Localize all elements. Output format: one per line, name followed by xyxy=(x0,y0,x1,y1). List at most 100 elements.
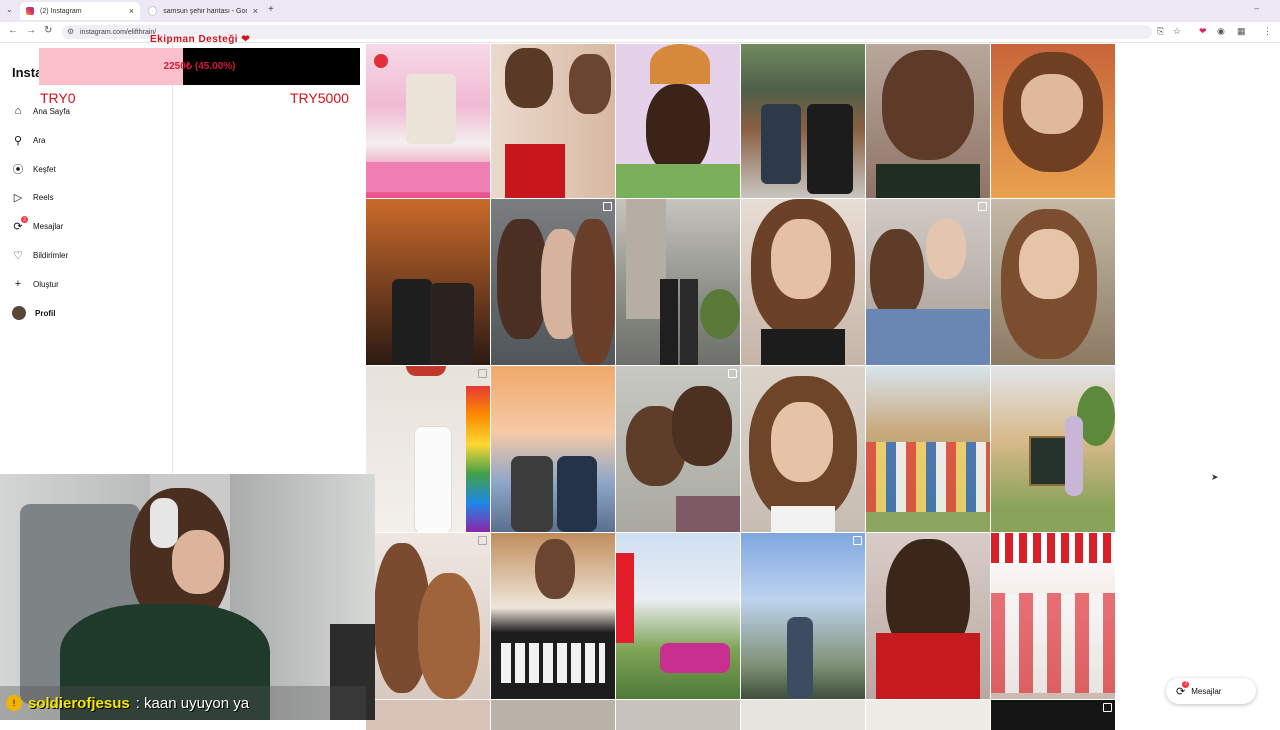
post-thumbnail[interactable] xyxy=(491,44,615,198)
post-thumbnail[interactable] xyxy=(366,44,490,198)
sidebar-item-search[interactable]: ⚲ Ara xyxy=(12,134,46,147)
post-thumbnail[interactable] xyxy=(616,199,740,365)
post-thumbnail[interactable] xyxy=(616,700,740,730)
post-thumbnail[interactable] xyxy=(366,700,490,730)
post-thumbnail[interactable] xyxy=(741,199,865,365)
avatar-icon xyxy=(12,306,26,320)
compass-icon: ⦿ xyxy=(12,164,24,176)
sidebar-item-explore[interactable]: ⦿ Keşfet xyxy=(12,163,56,176)
post-thumbnail[interactable] xyxy=(366,533,490,699)
messenger-icon: ⟳ 2 xyxy=(12,216,28,233)
post-thumbnail[interactable] xyxy=(991,199,1115,365)
bookmark-star-icon[interactable]: ☆ xyxy=(1173,26,1181,37)
search-icon: ⚲ xyxy=(13,134,23,147)
donation-min-label: TRY0 xyxy=(40,90,76,106)
carousel-icon xyxy=(478,369,487,378)
donation-max-label: TRY5000 xyxy=(290,90,349,106)
back-icon[interactable]: ← xyxy=(8,25,18,36)
sidebar-item-label: Profil xyxy=(35,308,56,318)
browser-tab-bar: ⌄ (2) Instagram × samsun şehir haritası … xyxy=(0,0,1280,22)
post-thumbnail[interactable] xyxy=(491,700,615,730)
chat-badge-icon: ! xyxy=(6,695,22,711)
extensions-icon[interactable]: ▦ xyxy=(1237,26,1246,37)
post-thumbnail[interactable] xyxy=(866,199,990,365)
donation-goal-title: Ekipman Desteği ❤ xyxy=(150,34,251,45)
post-thumbnail[interactable] xyxy=(741,366,865,532)
sidebar-item-label: Oluştur xyxy=(33,279,59,289)
post-thumbnail[interactable] xyxy=(616,366,740,532)
sidebar-item-label: Keşfet xyxy=(33,164,56,174)
post-thumbnail[interactable] xyxy=(866,44,990,198)
post-thumbnail[interactable] xyxy=(866,700,990,730)
post-thumbnail[interactable] xyxy=(616,44,740,198)
site-info-icon[interactable]: ⚙ xyxy=(67,27,74,36)
mouse-cursor-icon: ➤ xyxy=(1211,472,1219,482)
carousel-icon xyxy=(728,369,737,378)
tab-google[interactable]: samsun şehir haritası - Googl × xyxy=(142,2,264,20)
sidebar-item-label: Mesajlar xyxy=(33,221,64,231)
post-thumbnail[interactable] xyxy=(991,366,1115,532)
sidebar-item-label: Reels xyxy=(33,192,54,202)
carousel-icon xyxy=(478,536,487,545)
post-thumbnail[interactable] xyxy=(741,44,865,198)
post-thumbnail[interactable] xyxy=(741,700,865,730)
sidebar-item-label: Bildirimler xyxy=(33,250,69,260)
post-thumbnail[interactable] xyxy=(866,366,990,532)
reels-icon: ▷ xyxy=(13,191,23,204)
post-thumbnail[interactable] xyxy=(366,199,490,365)
webcam-overlay xyxy=(0,474,375,720)
notification-badge: 2 xyxy=(1182,680,1190,688)
donation-progress-bar: 2250₺ (45.00%) xyxy=(39,48,360,85)
chat-message-text: : kaan uyuyon ya xyxy=(135,694,250,712)
messenger-icon: ⟳ 2 xyxy=(1176,680,1190,698)
messages-button-label: Mesajlar xyxy=(1191,686,1222,696)
sidebar-item-reels[interactable]: ▷ Reels xyxy=(12,191,54,204)
tab-title: samsun şehir haritası - Googl xyxy=(163,7,247,15)
sidebar-item-messages[interactable]: ⟳ 2 Mesajlar xyxy=(12,216,64,233)
sidebar-item-profile[interactable]: Profil xyxy=(12,306,55,320)
post-thumbnail[interactable] xyxy=(991,44,1115,198)
notification-badge: 2 xyxy=(21,216,28,223)
forward-icon[interactable]: → xyxy=(26,25,36,36)
minimize-window-icon[interactable]: – xyxy=(1254,3,1259,13)
sidebar-item-home[interactable]: ⌂ Ana Sayfa xyxy=(12,105,70,117)
tab-title: (2) Instagram xyxy=(40,7,82,15)
post-thumbnail[interactable] xyxy=(866,533,990,699)
sidebar-item-label: Ara xyxy=(33,135,46,145)
close-tab-icon[interactable]: × xyxy=(253,6,258,16)
menu-icon[interactable]: ⋮ xyxy=(1263,26,1272,37)
home-icon: ⌂ xyxy=(14,105,22,117)
post-thumbnail[interactable] xyxy=(491,366,615,532)
instagram-logo[interactable]: Insta xyxy=(12,65,42,80)
sidebar-item-create[interactable]: + Oluştur xyxy=(12,278,59,290)
messages-floating-button[interactable]: ⟳ 2 Mesajlar xyxy=(1166,678,1256,704)
heart-icon: ♡ xyxy=(13,249,23,262)
extension-heart-icon[interactable]: ❤ xyxy=(1199,26,1207,37)
google-icon xyxy=(148,6,158,16)
new-tab-icon[interactable]: + xyxy=(268,4,274,15)
post-thumbnail[interactable] xyxy=(491,199,615,365)
url-text: instagram.com/elifthrain/ xyxy=(80,28,157,36)
post-thumbnail[interactable] xyxy=(491,533,615,699)
instagram-sidebar: Insta ⌂ Ana Sayfa ⚲ Ara ⦿ Keşfet ▷ Reels… xyxy=(0,43,173,473)
stream-chat-message: ! soldierofjesus : kaan uyuyon ya xyxy=(0,686,366,720)
camera-icon[interactable]: ◉ xyxy=(1217,26,1225,37)
donation-progress-text: 2250₺ (45.00%) xyxy=(163,61,236,72)
reel-icon xyxy=(1103,703,1112,712)
reload-icon[interactable]: ↻ xyxy=(44,25,52,36)
sidebar-item-notifications[interactable]: ♡ Bildirimler xyxy=(12,249,69,262)
post-thumbnail[interactable] xyxy=(366,366,490,532)
post-thumbnail[interactable] xyxy=(991,533,1115,699)
profile-post-grid xyxy=(366,44,1115,730)
close-tab-icon[interactable]: × xyxy=(129,6,134,16)
tab-search-chevron-icon[interactable]: ⌄ xyxy=(6,5,13,14)
post-thumbnail[interactable] xyxy=(616,533,740,699)
post-thumbnail[interactable] xyxy=(991,700,1115,730)
install-app-icon[interactable]: ⎘ xyxy=(1157,26,1164,37)
post-thumbnail[interactable] xyxy=(741,533,865,699)
chat-username: soldierofjesus xyxy=(28,694,130,712)
carousel-icon xyxy=(603,202,612,211)
carousel-icon xyxy=(853,536,862,545)
tab-instagram[interactable]: (2) Instagram × xyxy=(20,2,140,20)
instagram-icon xyxy=(26,7,34,15)
